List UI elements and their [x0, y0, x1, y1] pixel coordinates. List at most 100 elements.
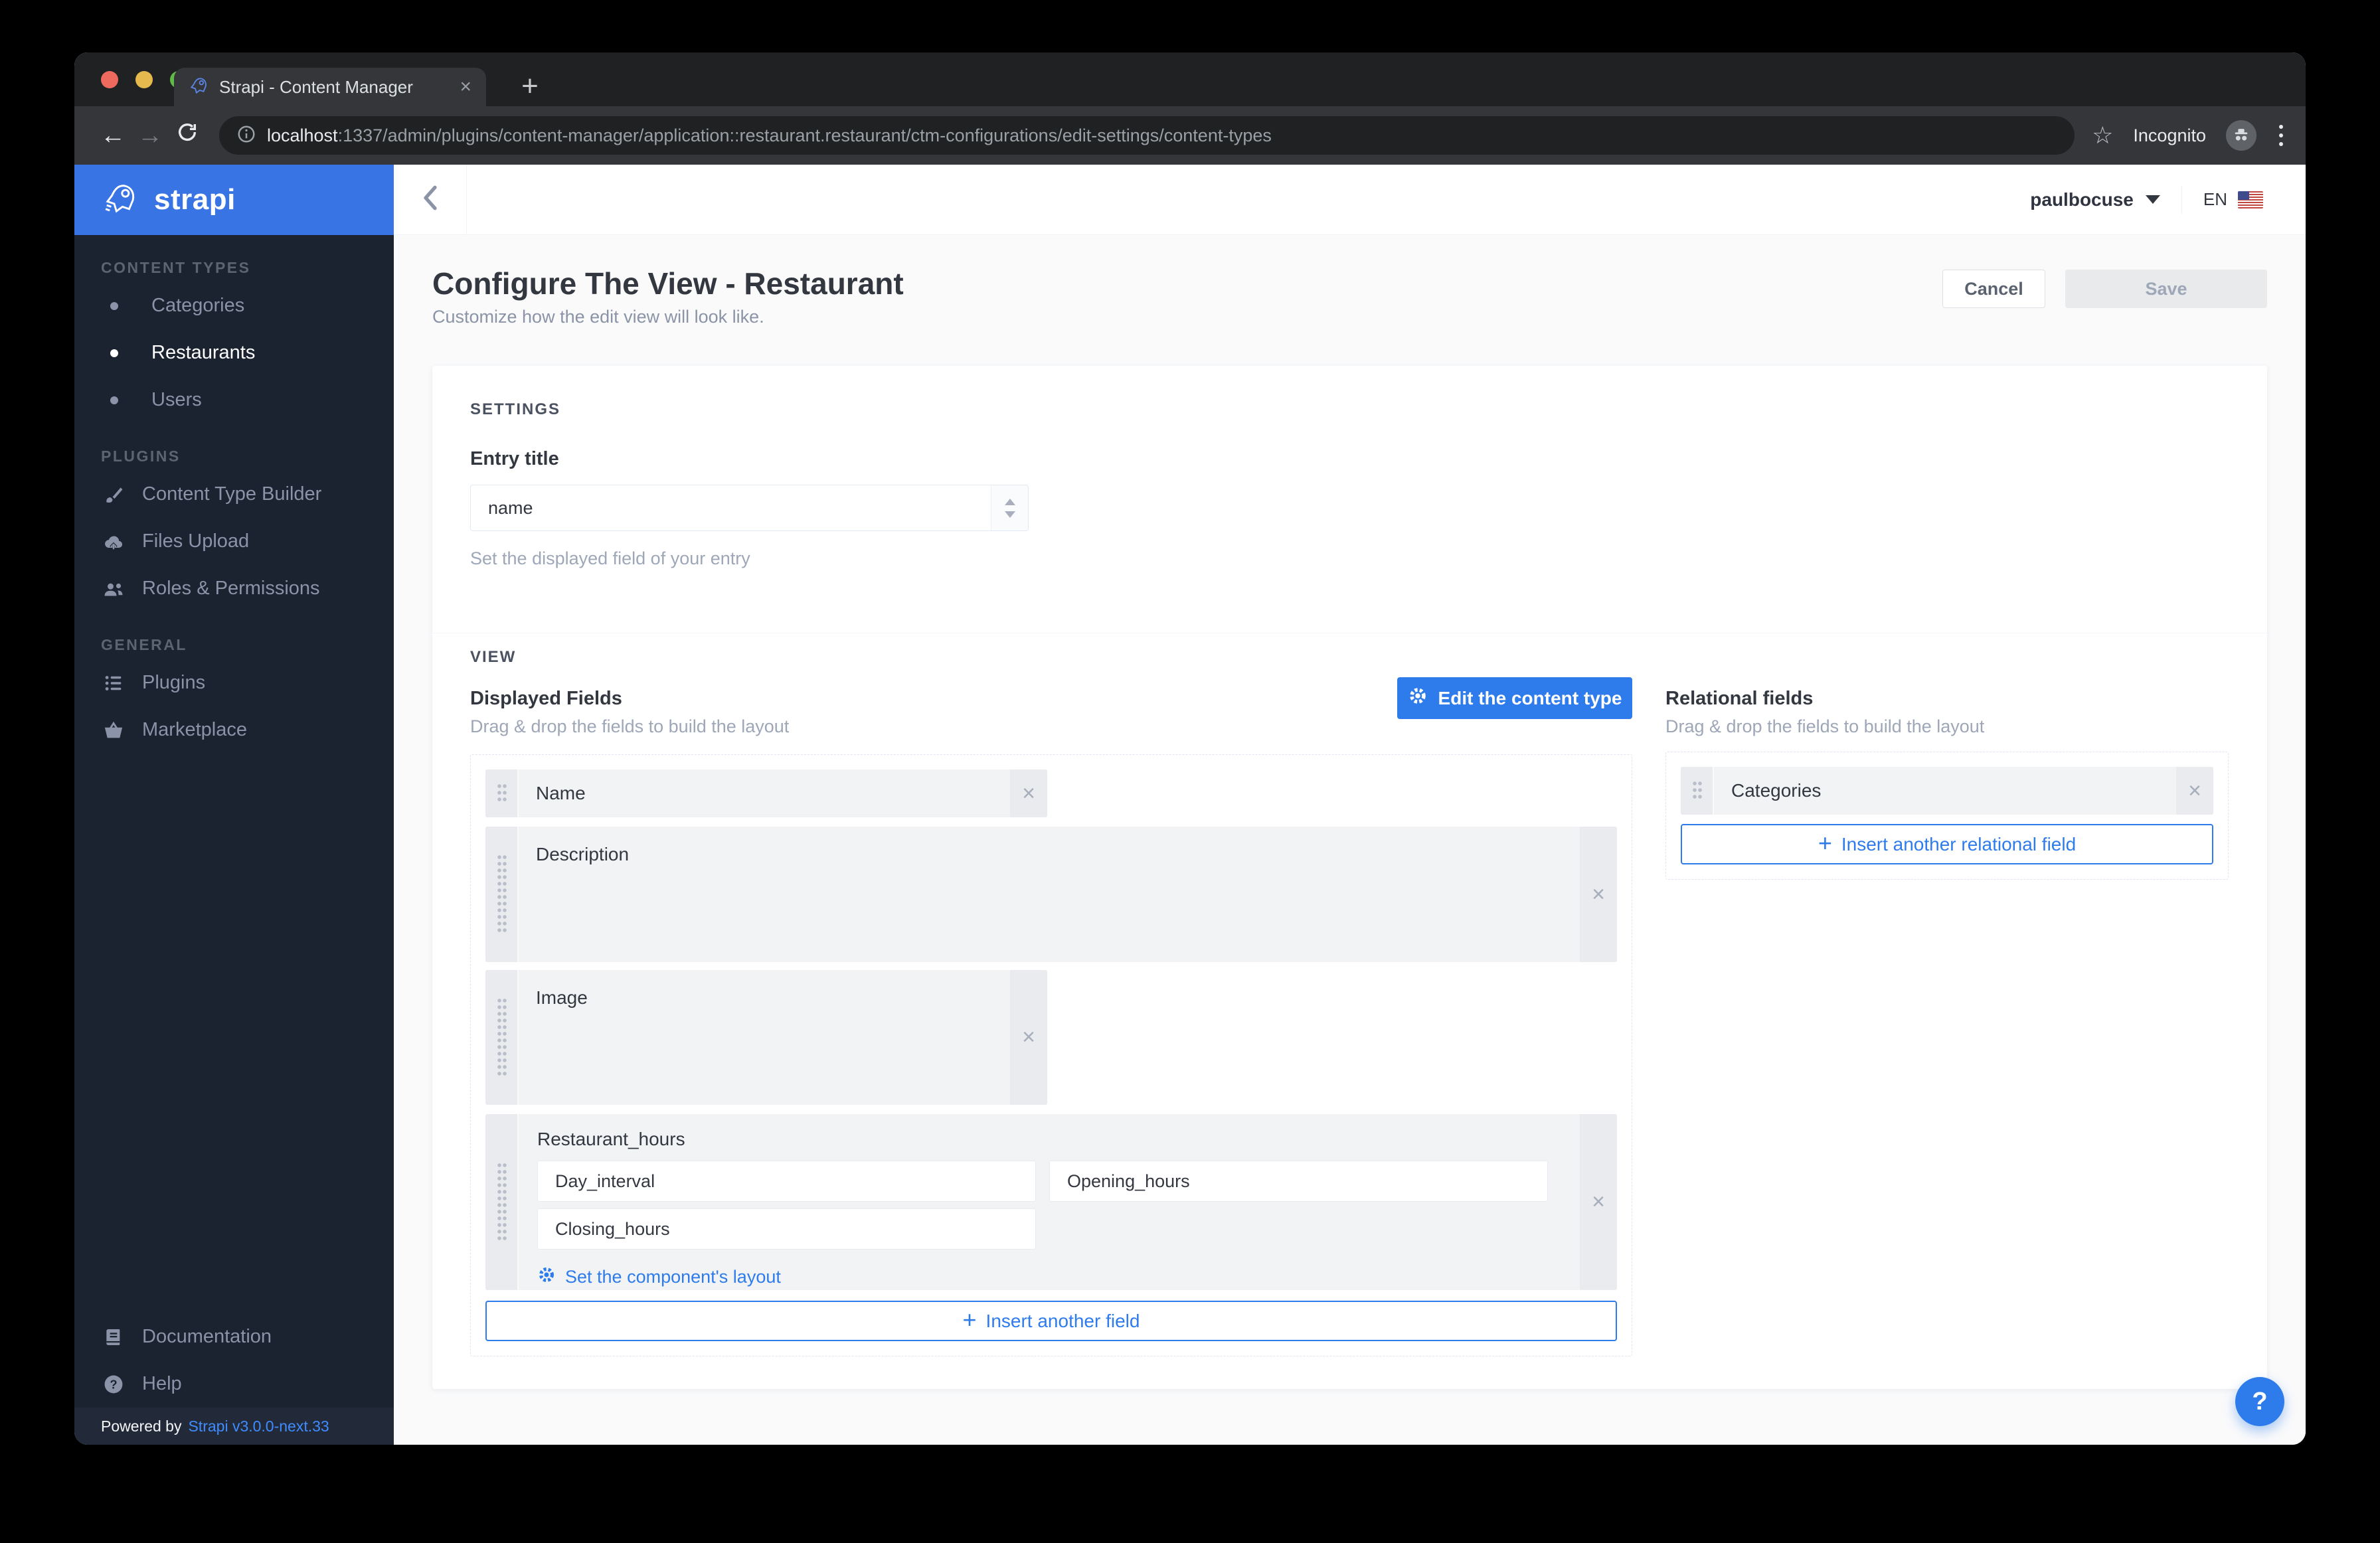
bullet-icon	[110, 302, 118, 310]
sidebar-item-marketplace[interactable]: Marketplace	[74, 706, 394, 754]
entry-title-help: Set the displayed field of your entry	[470, 548, 2229, 569]
drag-handle-icon[interactable]	[485, 827, 519, 962]
relational-fields-head: Relational fields Drag & drop the fields…	[1665, 688, 2229, 737]
reload-icon[interactable]	[169, 121, 206, 150]
field-chip-categories[interactable]: Categories ×	[1681, 767, 2213, 815]
main-area: paulbocuse EN Configure The View - R	[394, 165, 2306, 1445]
sidebar-item-help[interactable]: ? Help	[74, 1360, 394, 1408]
sidebar-section-plugins: PLUGINS Content Type Builder	[74, 447, 394, 612]
cancel-button[interactable]: Cancel	[1942, 270, 2045, 308]
component-layout-link[interactable]: Set the component's layout	[537, 1265, 781, 1289]
remove-field-icon[interactable]: ×	[2176, 767, 2213, 815]
sidebar-item-documentation[interactable]: Documentation	[74, 1313, 394, 1360]
locale-switcher[interactable]: EN	[2203, 189, 2263, 210]
minimize-window-button[interactable]	[135, 71, 153, 88]
basket-icon	[101, 719, 126, 742]
page-title: Configure The View - Restaurant	[432, 266, 904, 301]
component-chip-restaurant-hours[interactable]: Restaurant_hours Day_interval Opening_ho…	[485, 1114, 1617, 1290]
section-label: CONTENT TYPES	[74, 259, 394, 277]
page-subtitle: Customize how the edit view will look li…	[432, 307, 904, 327]
sidebar-item-content-type-builder[interactable]: Content Type Builder	[74, 471, 394, 518]
entry-title-value: name	[488, 498, 533, 519]
sidebar-footer: Documentation ? Help	[74, 1313, 394, 1408]
drag-handle-icon[interactable]	[1681, 767, 1714, 815]
page-head-titles: Configure The View - Restaurant Customiz…	[432, 266, 904, 327]
help-circle-icon: ?	[101, 1373, 126, 1396]
browser-toolbar: ← → localhost:1337/admin/plugins/content…	[74, 106, 2306, 165]
browser-menu-icon[interactable]	[2276, 122, 2286, 149]
field-chip-description[interactable]: Description ×	[485, 827, 1617, 962]
gear-icon	[537, 1265, 556, 1289]
edit-content-type-button[interactable]: Edit the content type	[1397, 677, 1632, 719]
relational-fields-title: Relational fields	[1665, 688, 2229, 710]
powered-by-bar: Powered by Strapi v3.0.0-next.33	[74, 1408, 394, 1445]
sidebar-item-restaurants[interactable]: Restaurants	[74, 329, 394, 376]
tab-close-icon[interactable]: ×	[460, 77, 471, 97]
svg-text:?: ?	[110, 1377, 117, 1391]
sidebar-section-general: GENERAL Plugins	[74, 636, 394, 754]
chevron-left-icon	[421, 183, 440, 216]
save-button[interactable]: Save	[2065, 270, 2267, 308]
insert-field-button[interactable]: + Insert another field	[485, 1301, 1617, 1341]
back-button[interactable]	[394, 165, 467, 234]
sidebar-item-users[interactable]: Users	[74, 376, 394, 424]
browser-tab[interactable]: Strapi - Content Manager ×	[174, 68, 486, 106]
tab-title: Strapi - Content Manager	[219, 77, 449, 98]
component-field-closing-hours[interactable]: Closing_hours	[537, 1208, 1036, 1250]
user-menu[interactable]: paulbocuse	[2030, 189, 2160, 210]
remove-field-icon[interactable]: ×	[1010, 970, 1047, 1105]
powered-by-link[interactable]: Strapi v3.0.0-next.33	[188, 1418, 329, 1435]
help-fab-button[interactable]: ?	[2235, 1377, 2284, 1426]
entry-title-label: Entry title	[470, 448, 2229, 470]
bookmark-star-icon[interactable]: ☆	[2092, 122, 2113, 149]
remove-field-icon[interactable]: ×	[1580, 1114, 1617, 1290]
back-nav-icon[interactable]: ←	[94, 122, 131, 150]
drag-handle-icon[interactable]	[485, 970, 519, 1105]
sidebar-item-roles-permissions[interactable]: Roles & Permissions	[74, 565, 394, 612]
drag-handle-icon[interactable]	[485, 770, 519, 817]
powered-by-prefix: Powered by	[101, 1418, 181, 1435]
field-chip-name[interactable]: Name ×	[485, 770, 1047, 817]
strapi-logo[interactable]: strapi	[74, 165, 394, 235]
locale-label: EN	[2203, 189, 2227, 210]
strapi-admin: strapi CONTENT TYPES Categories Restaura…	[74, 165, 2306, 1445]
tab-favicon-strapi-icon	[189, 76, 209, 99]
displayed-fields-subtitle: Drag & drop the fields to build the layo…	[470, 716, 789, 737]
list-icon	[101, 672, 126, 694]
entry-title-select[interactable]: name	[470, 485, 1029, 531]
toolbar-right: ☆ Incognito	[2088, 120, 2286, 151]
incognito-icon	[2226, 120, 2256, 151]
url-path: :1337/admin/plugins/content-manager/appl…	[338, 125, 1272, 145]
address-bar[interactable]: localhost:1337/admin/plugins/content-man…	[219, 116, 2075, 155]
browser-window: Strapi - Content Manager × + ← → localho	[74, 52, 2306, 1445]
site-info-icon[interactable]	[236, 124, 256, 147]
view-section-label: VIEW	[470, 648, 2229, 667]
sidebar-item-plugins[interactable]: Plugins	[74, 659, 394, 706]
component-field-opening-hours[interactable]: Opening_hours	[1049, 1161, 1548, 1202]
plus-icon: +	[963, 1308, 977, 1332]
select-arrows-icon[interactable]	[991, 485, 1028, 530]
relational-fields-dropzone: Categories × + Insert another relational…	[1665, 752, 2229, 880]
field-chip-image[interactable]: Image ×	[485, 970, 1047, 1105]
drag-handle-icon[interactable]	[485, 1114, 519, 1290]
paintbrush-icon	[101, 483, 126, 506]
strapi-logo-text: strapi	[154, 183, 236, 216]
remove-field-icon[interactable]: ×	[1580, 827, 1617, 962]
view-area: Displayed Fields Drag & drop the fields …	[470, 688, 2229, 1356]
new-tab-button[interactable]: +	[514, 70, 546, 104]
us-flag-icon	[2238, 191, 2263, 208]
sidebar-item-files-upload[interactable]: Files Upload	[74, 518, 394, 565]
remove-field-icon[interactable]: ×	[1010, 770, 1047, 817]
url-host: localhost	[267, 125, 338, 145]
insert-relational-field-button[interactable]: + Insert another relational field	[1681, 824, 2213, 864]
sidebar-item-categories[interactable]: Categories	[74, 282, 394, 329]
component-fields: Day_interval Opening_hours Closing_hours	[537, 1161, 1557, 1250]
users-icon	[101, 577, 126, 601]
component-field-day-interval[interactable]: Day_interval	[537, 1161, 1036, 1202]
page-content: Configure The View - Restaurant Customiz…	[394, 235, 2306, 1445]
header-right: paulbocuse EN	[2030, 186, 2306, 214]
close-window-button[interactable]	[101, 71, 118, 88]
bullet-icon	[110, 396, 118, 404]
section-label: PLUGINS	[74, 447, 394, 465]
forward-nav-icon[interactable]: →	[131, 122, 169, 150]
